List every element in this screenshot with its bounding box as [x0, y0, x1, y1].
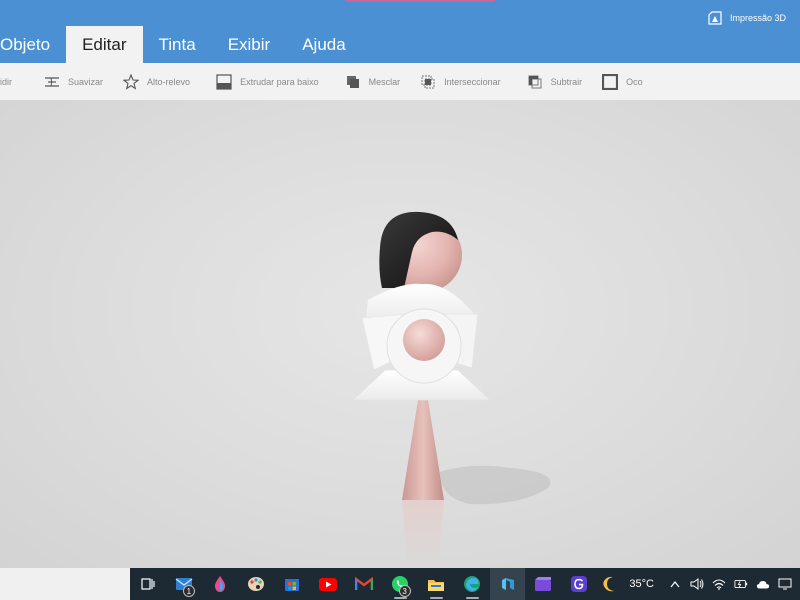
title-bar-accent: [345, 0, 495, 2]
stem-reflection: [402, 500, 444, 568]
tool-alto-relevo-label: Alto-relevo: [147, 76, 191, 87]
model-ball: [403, 319, 445, 361]
taskbar-gmail[interactable]: [346, 568, 382, 600]
tool-subtrair[interactable]: Subtrair: [511, 63, 593, 100]
taskbar-app-g[interactable]: [561, 568, 597, 600]
taskbar-mail[interactable]: 1: [166, 568, 202, 600]
3d-scene[interactable]: [0, 100, 800, 568]
smooth-icon: [44, 74, 60, 90]
task-view-icon: [141, 578, 155, 590]
tool-interseccionar[interactable]: Interseccionar: [410, 63, 511, 100]
system-tray: 35°C: [597, 568, 800, 600]
3d-viewport[interactable]: [0, 100, 800, 568]
tool-mesclar-label: Mesclar: [368, 76, 401, 87]
tool-interseccionar-label: Interseccionar: [444, 76, 501, 87]
moon-weather-icon[interactable]: [601, 575, 619, 593]
cloud-icon[interactable]: [756, 577, 770, 591]
print-3d-label: Impressão 3D: [729, 13, 786, 23]
tool-suavizar-label: Suavizar: [68, 76, 104, 87]
subtract-icon: [527, 74, 543, 90]
extrude-icon: [216, 73, 232, 90]
merge-icon: [345, 74, 361, 90]
youtube-icon: [318, 577, 337, 591]
folder-icon: [427, 579, 444, 591]
whatsapp-badge: 3: [398, 585, 411, 597]
tool-subtrair-label: Subtrair: [550, 76, 583, 87]
tool-extrudar-label: Extrudar para baixo: [240, 76, 319, 87]
model-shadow: [440, 465, 551, 505]
title-bar: [0, 0, 800, 26]
tab-objeto[interactable]: Objeto: [0, 26, 66, 63]
taskbar-clipchamp[interactable]: [525, 568, 561, 600]
taskbar: 1 3 35°C: [130, 568, 800, 600]
tab-editar[interactable]: Editar: [66, 26, 143, 63]
edit-toolbar: idir Suavizar Alto-relevo Extrudar para …: [0, 63, 800, 100]
palette-icon: [247, 577, 264, 591]
paint-drop-icon: [214, 576, 226, 592]
3d-builder-icon: [501, 578, 514, 590]
display-icon[interactable]: [778, 577, 792, 591]
temperature-label[interactable]: 35°C: [629, 578, 654, 590]
star-icon: [123, 73, 140, 90]
speaker-icon[interactable]: [690, 577, 704, 591]
tab-ajuda[interactable]: Ajuda: [286, 26, 361, 63]
taskbar-3d-builder[interactable]: [489, 568, 526, 600]
mail-badge: 1: [182, 585, 195, 597]
tool-alto-relevo[interactable]: Alto-relevo: [113, 63, 200, 100]
intersect-icon: [420, 74, 436, 90]
ribbon-tabs: Objeto Editar Tinta Exibir Ajuda: [0, 26, 800, 63]
chevron-up-icon[interactable]: [668, 577, 682, 591]
taskbar-paint[interactable]: [238, 568, 274, 600]
tool-oco-label: Oco: [626, 76, 643, 87]
tool-extrudar[interactable]: Extrudar para baixo: [200, 63, 329, 100]
gmail-icon: [354, 577, 373, 590]
tool-dividir-label: idir: [0, 76, 13, 87]
task-view-button[interactable]: [130, 568, 166, 600]
tool-suavizar[interactable]: Suavizar: [22, 63, 113, 100]
taskbar-store[interactable]: [274, 568, 310, 600]
taskbar-whatsapp[interactable]: 3: [382, 568, 418, 600]
edge-icon: [463, 576, 480, 592]
g-app-icon: [571, 576, 588, 592]
tool-mesclar[interactable]: Mesclar: [329, 63, 411, 100]
taskbar-paint-drop[interactable]: [202, 568, 238, 600]
hollow-icon: [602, 73, 619, 90]
tool-dividir[interactable]: idir: [0, 63, 22, 100]
tab-exibir[interactable]: Exibir: [212, 26, 287, 63]
taskbar-left-area: [0, 568, 130, 600]
taskbar-youtube[interactable]: [310, 568, 346, 600]
store-icon: [284, 579, 299, 591]
wifi-icon[interactable]: [712, 577, 726, 591]
video-editor-icon: [535, 576, 552, 591]
print-3d-button[interactable]: Impressão 3D: [708, 11, 786, 25]
battery-icon[interactable]: [734, 577, 748, 591]
taskbar-edge[interactable]: [454, 568, 490, 600]
tab-tinta[interactable]: Tinta: [143, 26, 212, 63]
taskbar-file-explorer[interactable]: [418, 568, 454, 600]
model-stem: [402, 400, 444, 500]
print-3d-icon: [708, 11, 722, 25]
tool-oco[interactable]: Oco: [592, 63, 653, 100]
